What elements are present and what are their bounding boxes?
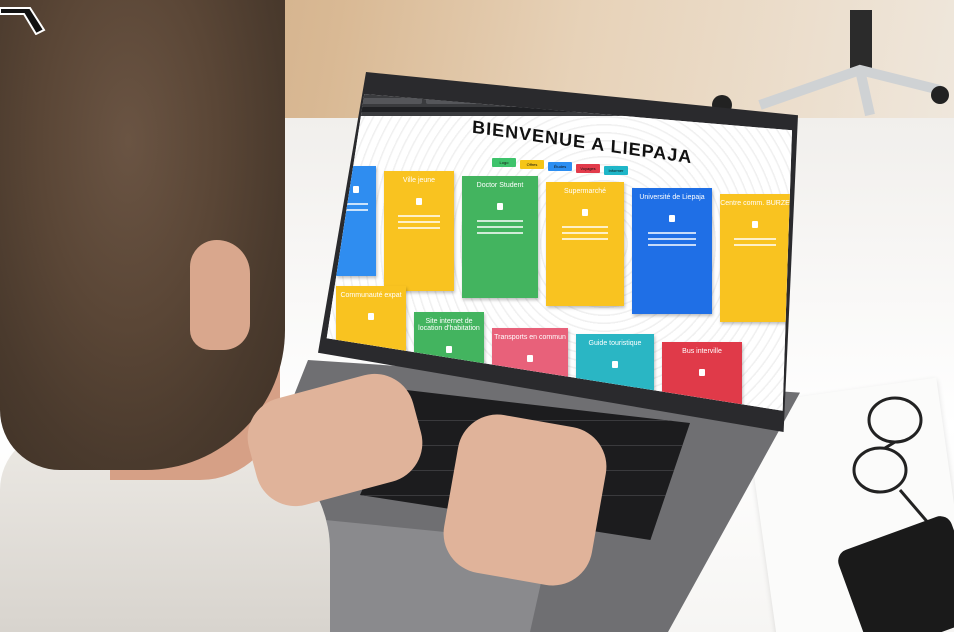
card-icon xyxy=(752,221,758,228)
card-doctor-student[interactable]: Doctor Student xyxy=(462,176,538,298)
card-title: Centre comm. BURZE xyxy=(720,200,790,207)
card-title: Site internet de location d'habitation xyxy=(418,318,480,332)
card-title: Ville jeune xyxy=(402,177,436,184)
card-title: Doctor Student xyxy=(476,182,524,189)
card-universite[interactable]: Université de Liepaja xyxy=(632,188,712,314)
card-icon xyxy=(699,369,705,376)
nav-button-offres[interactable]: Offres xyxy=(520,160,544,169)
browser-tab[interactable] xyxy=(362,98,422,104)
office-chair-base xyxy=(712,10,949,117)
card-icon xyxy=(527,355,533,362)
nav-button-voyages[interactable]: Voyages xyxy=(576,164,600,173)
card-icon xyxy=(582,209,588,216)
nav-button-logo[interactable]: Logo xyxy=(492,158,516,167)
eyeglasses xyxy=(852,396,932,526)
cursor-icon xyxy=(0,7,46,35)
card-centre-commercial[interactable]: Centre comm. BURZE xyxy=(720,194,790,322)
card-title: Bus interville xyxy=(682,348,722,355)
person-ear xyxy=(190,240,250,350)
card-title: Supermarché xyxy=(563,188,607,195)
photo-scene: BIENVENUE A LIEPAJA Logo Offres Études V… xyxy=(0,0,954,632)
card-title: Transports en commun xyxy=(494,334,566,341)
card-supermarche[interactable]: Supermarché xyxy=(546,182,624,306)
nav-button-informer[interactable]: Informer xyxy=(604,166,628,175)
card-title: Guide touristique xyxy=(588,340,642,347)
card-icon xyxy=(446,346,452,353)
card-title: Université de Liepaja xyxy=(639,194,705,201)
card-icon xyxy=(353,186,359,193)
card-icon xyxy=(368,313,374,320)
right-hand xyxy=(437,408,613,592)
person-head xyxy=(0,0,285,470)
card-title: Communauté expat xyxy=(340,292,402,299)
card-icon xyxy=(669,215,675,222)
card-icon xyxy=(416,198,422,205)
card-icon xyxy=(497,203,503,210)
card-icon xyxy=(612,361,618,368)
nav-button-etudes[interactable]: Études xyxy=(548,162,572,171)
card-ville-jeune[interactable]: Ville jeune xyxy=(384,171,454,291)
